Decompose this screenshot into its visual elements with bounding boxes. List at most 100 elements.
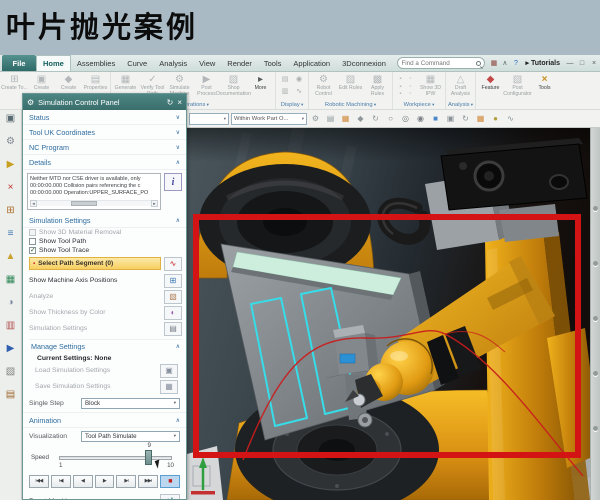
reset-machine-button[interactable]: ↵ (160, 494, 180, 500)
single-step-dropdown[interactable]: Block▾ (81, 398, 180, 409)
tab-file[interactable]: File (2, 55, 36, 71)
stop-button[interactable]: ■ (160, 475, 180, 488)
section-manage-settings[interactable]: Manage Settings∧ (29, 340, 182, 353)
tab-curve[interactable]: Curve (121, 55, 153, 71)
ribbon-button-edit-rules[interactable]: ▨Edit Rules (337, 73, 364, 101)
navigator-icon[interactable]: ≡ (8, 228, 14, 239)
section-status[interactable]: Status∨ (23, 110, 186, 125)
scrollbar-track[interactable] (37, 200, 151, 206)
load-simulation-settings-row[interactable]: Load Simulation Settings▣ (29, 363, 182, 379)
tab-analysis[interactable]: Analysis (153, 55, 193, 71)
tab-application[interactable]: Application (287, 55, 336, 71)
ribbon-button-draft-analysis[interactable]: △Draft Analysis (447, 73, 474, 101)
minimize-button[interactable]: — (564, 55, 576, 71)
thickness-button[interactable]: ◐ (164, 306, 182, 320)
history-icon[interactable]: ◑ (7, 297, 13, 308)
workpiece-mini-icon[interactable]: ▫ (406, 76, 415, 83)
circle-icon[interactable]: ○ (384, 112, 397, 126)
show-thickness-by-color-row[interactable]: Show Thickness by Color◐ (23, 305, 186, 321)
show-machine-axis-positions-row[interactable]: Show Machine Axis Positions⊞ (23, 273, 186, 289)
point-icon[interactable]: ◆ (354, 112, 367, 126)
step-back-button[interactable]: I◀ (51, 475, 71, 488)
layer-icon[interactable]: ▥ (279, 88, 291, 98)
restore-button[interactable]: □ (576, 55, 588, 71)
details-h-scrollbar[interactable]: ◄ ► (30, 200, 158, 207)
workpiece-mini-icon[interactable]: ▪ (396, 84, 405, 91)
machine-axis-button[interactable]: ⊞ (164, 274, 182, 288)
scroll-right-icon[interactable]: ► (151, 200, 158, 207)
panel-tab-icon[interactable]: ▣ (6, 113, 15, 124)
close-panel-button[interactable]: × (177, 98, 182, 107)
lasso-icon[interactable]: ◎ (399, 112, 412, 126)
panel-header[interactable]: ⚙ Simulation Control Panel ↻ × (23, 94, 186, 110)
play-backward-button[interactable]: ◀ (73, 475, 93, 488)
machine-icon[interactable]: ⊞ (6, 205, 14, 216)
select-path-segment-button[interactable]: ∿ (164, 257, 182, 271)
step-forward-button[interactable]: ▶I (116, 475, 136, 488)
gear-icon[interactable]: ⚙ (6, 136, 15, 147)
colorbar-icon[interactable]: ▥ (6, 320, 15, 331)
tool-icon[interactable]: ▲ (6, 251, 16, 262)
analyze-row[interactable]: Analyze▧ (23, 289, 186, 305)
window-icon[interactable]: ▣ (444, 112, 457, 126)
section-nc-program[interactable]: NC Program∨ (23, 140, 186, 155)
scrollbar-thumb[interactable] (71, 201, 97, 206)
ribbon-button-feature[interactable]: ◆Feature (477, 73, 504, 101)
ribbon-button-robot-control[interactable]: ⚙Robot Control (310, 73, 337, 101)
details-info-button[interactable]: i (164, 173, 182, 191)
curve-display-icon[interactable]: ∿ (293, 88, 305, 98)
load-settings-button[interactable]: ▣ (160, 364, 178, 378)
visualization-dropdown[interactable]: Tool Path Simulate▾ (81, 431, 180, 442)
sphere-icon[interactable]: ● (489, 112, 502, 126)
go-to-end-button[interactable]: ▶▶I (138, 475, 158, 488)
selection-filter-combo[interactable]: ▾ (189, 113, 229, 125)
ribbon-button-show-3d-ipw[interactable]: ▦Show 3D IPW (417, 73, 444, 101)
ribbon-button-post-configurator[interactable]: ▧Post Configurator (504, 73, 531, 101)
checkbox-show-tool-path[interactable]: Show Tool Path (23, 237, 186, 246)
workpiece-mini-icon[interactable]: ▫ (406, 91, 415, 98)
film-icon[interactable]: ▧ (6, 366, 15, 377)
render-style-icon[interactable]: ◉ (293, 76, 305, 86)
tutorials-button[interactable]: ▸ Tutorials (525, 55, 560, 71)
gear-icon[interactable]: ⚙ (309, 112, 322, 126)
tab-render[interactable]: Render (221, 55, 258, 71)
right-border-bar[interactable] (590, 128, 600, 500)
workpiece-mini-icon[interactable]: ▪ (396, 91, 405, 98)
rotate-icon[interactable]: ↻ (369, 112, 382, 126)
workpiece-mini-icon[interactable]: ▪ (396, 76, 405, 83)
palette-icon[interactable]: ▦ (339, 112, 352, 126)
play-forward-button[interactable]: ▶ (95, 475, 115, 488)
scroll-left-icon[interactable]: ◄ (30, 200, 37, 207)
ribbon-button-shop-documentation[interactable]: ▧Shop Documentation (220, 73, 247, 101)
section-tool-ucs[interactable]: Tool UK Coordinates∨ (23, 125, 186, 140)
report-icon[interactable]: ▤ (6, 389, 15, 400)
section-simulation-settings[interactable]: Simulation Settings∧ (23, 213, 186, 228)
tab-tools[interactable]: Tools (258, 55, 288, 71)
go-to-start-button[interactable]: I◀◀ (29, 475, 49, 488)
collision-icon[interactable]: × (8, 182, 14, 193)
find-command-input[interactable] (401, 60, 476, 67)
snap-point-icon[interactable]: ▤ (324, 112, 337, 126)
ribbon-button-more[interactable]: ▸More (247, 73, 274, 101)
speed-slider-track[interactable] (59, 456, 172, 460)
refresh-button[interactable]: ↻ (167, 98, 174, 107)
ribbon-button-tools[interactable]: ×Tools (531, 73, 558, 101)
simulation-settings-button[interactable]: ▤ (164, 322, 182, 336)
analyze-button[interactable]: ▧ (164, 290, 182, 304)
help-icon[interactable]: ? (510, 55, 521, 71)
save-settings-button[interactable]: ▦ (160, 380, 178, 394)
ribbon-button-apply-rules[interactable]: ▩Apply Rules (364, 73, 391, 101)
cube-icon[interactable]: ■ (429, 112, 442, 126)
checkbox-show-tool-trace[interactable]: Show Tool Trace (23, 246, 186, 255)
chart-icon[interactable]: ▦ (6, 274, 15, 285)
refresh-icon[interactable]: ↻ (459, 112, 472, 126)
simulation-settings-row[interactable]: Simulation Settings▤ (23, 321, 186, 337)
selection-scope-combo[interactable]: Within Work Part O...▾ (231, 113, 307, 125)
tab-3dconnexion[interactable]: 3Dconnexion (336, 55, 392, 71)
select-path-segment-row[interactable]: ▪ Select Path Segment (0) (29, 257, 161, 270)
display-style-icon[interactable]: ▤ (279, 76, 291, 86)
close-button[interactable]: × (588, 55, 600, 71)
grid-icon[interactable]: ▦ (474, 112, 487, 126)
workpiece-mini-icon[interactable]: ▫ (406, 84, 415, 91)
curve-icon[interactable]: ∿ (504, 112, 517, 126)
